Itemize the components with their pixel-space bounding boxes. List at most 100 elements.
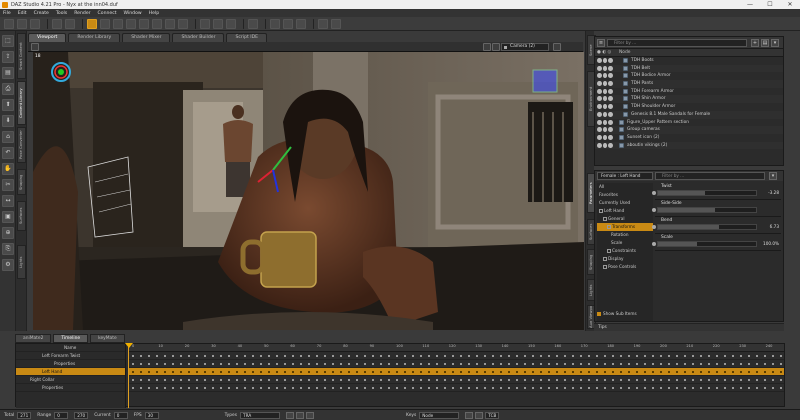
keyframe[interactable]	[228, 379, 230, 381]
show-sub-items-toggle[interactable]: Show Sub Items	[597, 311, 637, 316]
keyframe[interactable]	[420, 387, 422, 389]
surface-selection-icon[interactable]	[152, 18, 162, 29]
menu-item-tools[interactable]: Tools	[56, 11, 67, 16]
timeline-track-name[interactable]: Left Forearm Twist	[16, 352, 125, 360]
keyframe[interactable]	[316, 355, 318, 357]
keyframe[interactable]	[772, 363, 774, 365]
keyframe[interactable]	[516, 371, 518, 373]
visibility-icons[interactable]	[597, 134, 614, 140]
keyframe[interactable]	[492, 379, 494, 381]
keyframe[interactable]	[140, 371, 142, 373]
viewport-camera-icon[interactable]	[492, 43, 500, 51]
keyframe[interactable]	[212, 387, 214, 389]
keyframe[interactable]	[636, 379, 638, 381]
keyframe[interactable]	[628, 371, 630, 373]
parameter-value[interactable]: 100.0%	[763, 241, 779, 246]
keyframe[interactable]	[420, 371, 422, 373]
left-tool-icon[interactable]: ↔	[2, 195, 14, 207]
keyframe[interactable]	[268, 355, 270, 357]
keyframe[interactable]	[492, 371, 494, 373]
keyframe[interactable]	[396, 387, 398, 389]
keyframe[interactable]	[436, 387, 438, 389]
keyframe[interactable]	[148, 379, 150, 381]
keyframe[interactable]	[324, 387, 326, 389]
keyframe[interactable]	[468, 355, 470, 357]
keyframe[interactable]	[532, 387, 534, 389]
keyframe[interactable]	[508, 387, 510, 389]
left-tool-icon[interactable]: ▤	[2, 67, 14, 79]
keyframe[interactable]	[780, 363, 782, 365]
property-group-checkbox[interactable]	[603, 257, 607, 261]
keyframe[interactable]	[660, 355, 662, 357]
keyframe[interactable]	[636, 363, 638, 365]
keyframe[interactable]	[508, 355, 510, 357]
keys-select[interactable]: Node	[419, 411, 460, 419]
keyframe[interactable]	[300, 387, 302, 389]
keyframe[interactable]	[308, 363, 310, 365]
property-group-checkbox[interactable]	[603, 265, 607, 269]
keyframe[interactable]	[468, 363, 470, 365]
keyframe[interactable]	[628, 355, 630, 357]
show-sub-items-checkbox[interactable]	[597, 312, 601, 316]
keyframe[interactable]	[652, 371, 654, 373]
keyframe[interactable]	[180, 363, 182, 365]
keyframe[interactable]	[260, 371, 262, 373]
visibility-icons[interactable]	[597, 127, 614, 133]
visibility-icons[interactable]	[597, 119, 614, 125]
tab-render-library[interactable]: Render Library	[68, 33, 121, 42]
keyframe[interactable]	[188, 371, 190, 373]
keyframe[interactable]	[404, 379, 406, 381]
types-select[interactable]: TRA	[240, 411, 281, 419]
keyframe[interactable]	[156, 371, 158, 373]
keyframe[interactable]	[612, 363, 614, 365]
scene-node-row[interactable]: aboutin vikings (2)	[595, 141, 783, 150]
keyframe[interactable]	[252, 379, 254, 381]
keyframe[interactable]	[708, 379, 710, 381]
keyframe[interactable]	[324, 363, 326, 365]
keyframe[interactable]	[540, 387, 542, 389]
keyframe[interactable]	[436, 363, 438, 365]
keyframe[interactable]	[292, 371, 294, 373]
keyframe[interactable]	[572, 363, 574, 365]
keyframe[interactable]	[676, 355, 678, 357]
keyframe[interactable]	[740, 371, 742, 373]
translate-tool-icon[interactable]	[100, 18, 110, 29]
keyframe[interactable]	[220, 355, 222, 357]
universal-tool-icon[interactable]	[87, 18, 97, 29]
keyframe[interactable]	[308, 387, 310, 389]
add-key-button[interactable]	[465, 411, 474, 419]
scene-node-row[interactable]: TDH Pants	[595, 80, 783, 88]
keyframe[interactable]	[132, 355, 134, 357]
parameter-gear-icon[interactable]	[652, 242, 656, 246]
keyframe[interactable]	[276, 363, 278, 365]
left-tab-shaping[interactable]: Shaping	[17, 169, 26, 195]
keyframe[interactable]	[212, 379, 214, 381]
keyframe[interactable]	[708, 355, 710, 357]
keyframe[interactable]	[540, 363, 542, 365]
keyframe[interactable]	[396, 363, 398, 365]
keyframe[interactable]	[444, 379, 446, 381]
keyframe[interactable]	[620, 371, 622, 373]
keyframe[interactable]	[508, 371, 510, 373]
keyframe[interactable]	[676, 363, 678, 365]
left-tool-icon[interactable]: ✋	[2, 163, 14, 175]
keyframe[interactable]	[180, 371, 182, 373]
camera-select[interactable]: Camera (2)	[501, 43, 549, 51]
keyframe[interactable]	[460, 387, 462, 389]
keyframe[interactable]	[588, 387, 590, 389]
keyframe[interactable]	[676, 371, 678, 373]
keyframe[interactable]	[148, 371, 150, 373]
keyframe[interactable]	[316, 371, 318, 373]
keyframe[interactable]	[732, 387, 734, 389]
keyframe[interactable]	[628, 379, 630, 381]
keyframe[interactable]	[372, 363, 374, 365]
menu-item-connect[interactable]: Connect	[98, 11, 117, 16]
property-group-item[interactable]: Currently Used	[597, 199, 653, 207]
keyframe[interactable]	[244, 363, 246, 365]
open-icon[interactable]	[17, 18, 27, 29]
keyframe[interactable]	[468, 371, 470, 373]
delete-key-button[interactable]	[475, 411, 484, 419]
keyframe[interactable]	[548, 379, 550, 381]
keyframe[interactable]	[676, 387, 678, 389]
keyframe[interactable]	[588, 379, 590, 381]
